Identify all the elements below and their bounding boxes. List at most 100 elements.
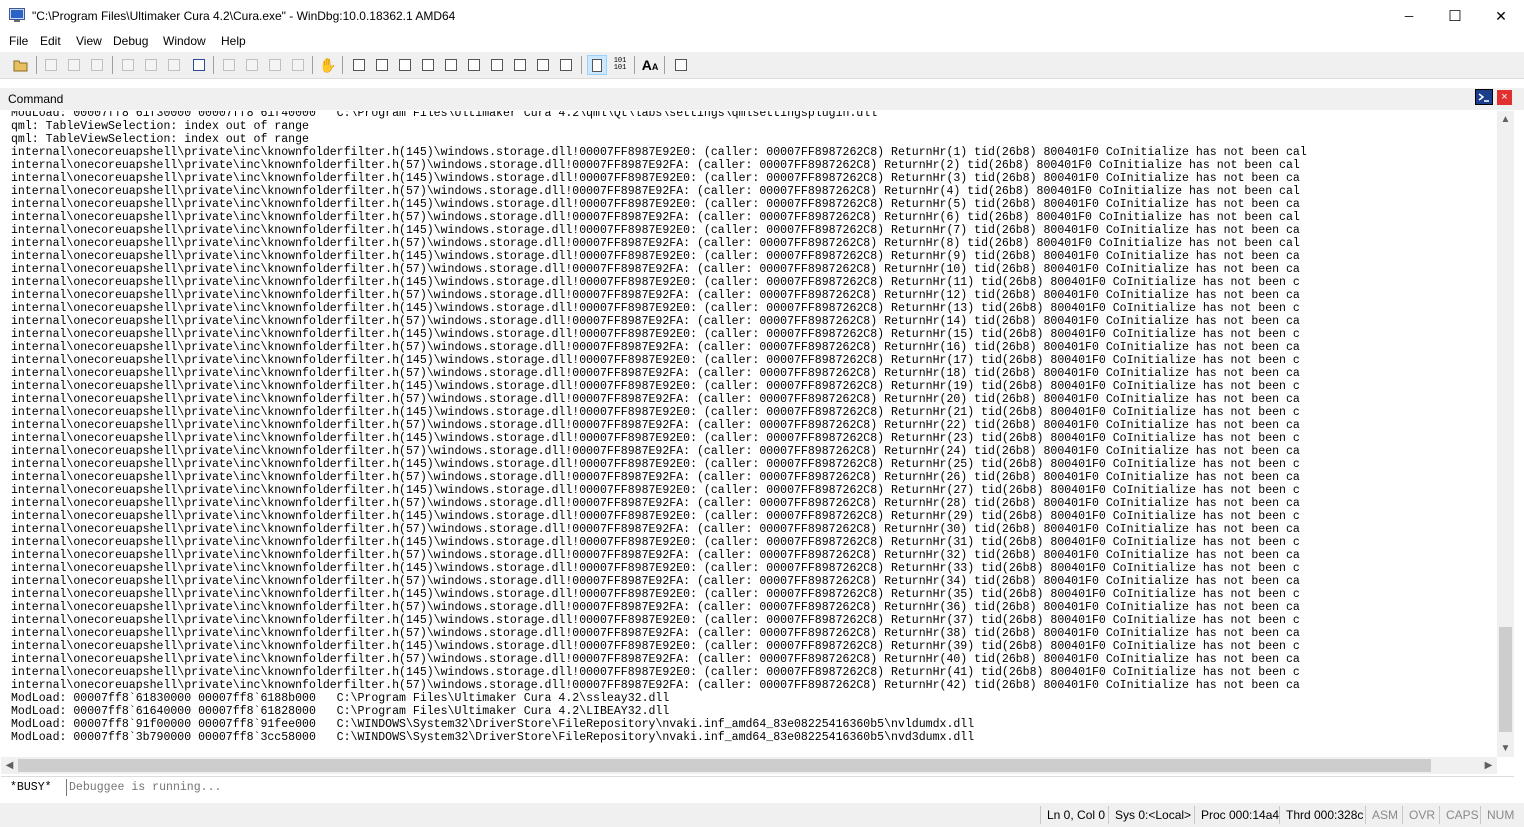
- command-prompt-icon: [1475, 89, 1493, 105]
- menu-help[interactable]: Help: [221, 34, 246, 48]
- source-mode-icon[interactable]: [587, 55, 607, 75]
- menu-edit[interactable]: Edit: [40, 34, 61, 48]
- command-window-icon[interactable]: [349, 55, 369, 75]
- menu-file[interactable]: File: [9, 34, 28, 48]
- output-line: qml: TableViewSelection: index out of ra…: [11, 133, 309, 146]
- output-line: ModLoad: 00007ff8`61830000 00007ff8`6188…: [11, 692, 670, 705]
- output-line-returnhr: internal\onecoreuapshell\private\inc\kno…: [11, 497, 1300, 510]
- cut-icon[interactable]: [41, 55, 61, 75]
- output-line-returnhr: internal\onecoreuapshell\private\inc\kno…: [11, 549, 1300, 562]
- scratch-pad-icon[interactable]: [510, 55, 530, 75]
- status-separator: [1279, 806, 1280, 824]
- restart-icon[interactable]: [141, 55, 161, 75]
- go-icon[interactable]: [118, 55, 138, 75]
- memory-window-icon[interactable]: [441, 55, 461, 75]
- step-out-icon[interactable]: [265, 55, 285, 75]
- processes-threads-icon[interactable]: [533, 55, 553, 75]
- minimize-button[interactable]: ─: [1386, 0, 1432, 32]
- toolbar-separator: [634, 56, 635, 74]
- status-separator: [1365, 806, 1366, 824]
- output-line: ModLoad: 00007ff8`61640000 00007ff8`6182…: [11, 705, 670, 718]
- command-output: ModLoad: 00007ff8`61f30000 00007ff8`61f4…: [1, 111, 1497, 757]
- watch-window-icon[interactable]: [372, 55, 392, 75]
- status-num: NUM: [1487, 808, 1515, 822]
- scroll-down-arrow-icon[interactable]: ▼: [1497, 740, 1514, 757]
- output-line-returnhr: internal\onecoreuapshell\private\inc\kno…: [11, 523, 1300, 536]
- scroll-up-arrow-icon[interactable]: ▲: [1497, 111, 1514, 128]
- output-line-returnhr: internal\onecoreuapshell\private\inc\kno…: [11, 185, 1300, 198]
- break-icon[interactable]: [189, 55, 209, 75]
- command-window-header: Command: [0, 88, 1524, 110]
- output-line-returnhr: internal\onecoreuapshell\private\inc\kno…: [11, 393, 1300, 406]
- toolbar-separator: [342, 56, 343, 74]
- status-separator: [1108, 806, 1109, 824]
- output-line-returnhr: internal\onecoreuapshell\private\inc\kno…: [11, 406, 1300, 419]
- vertical-scrollbar[interactable]: ▲ ▼: [1497, 111, 1514, 757]
- output-line-returnhr: internal\onecoreuapshell\private\inc\kno…: [11, 562, 1300, 575]
- output-line-returnhr: internal\onecoreuapshell\private\inc\kno…: [11, 172, 1300, 185]
- menu-window[interactable]: Window: [163, 34, 206, 48]
- maximize-button[interactable]: ☐: [1432, 0, 1478, 32]
- copy-icon[interactable]: [64, 55, 84, 75]
- scroll-left-arrow-icon[interactable]: ◀: [1, 757, 18, 774]
- output-line-returnhr: internal\onecoreuapshell\private\inc\kno…: [11, 419, 1300, 432]
- open-icon[interactable]: [11, 55, 31, 75]
- scroll-right-arrow-icon[interactable]: ▶: [1480, 757, 1497, 774]
- stop-icon[interactable]: [164, 55, 184, 75]
- output-line-returnhr: internal\onecoreuapshell\private\inc\kno…: [11, 237, 1300, 250]
- command-window-close-button[interactable]: ×: [1497, 90, 1512, 105]
- output-line-returnhr: internal\onecoreuapshell\private\inc\kno…: [11, 510, 1300, 523]
- command-input[interactable]: [66, 779, 1511, 796]
- horizontal-scroll-thumb[interactable]: [18, 759, 1431, 772]
- toolbar: ✋ 101 101 AA: [0, 52, 1524, 79]
- output-line-returnhr: internal\onecoreuapshell\private\inc\kno…: [11, 575, 1300, 588]
- output-line-returnhr: internal\onecoreuapshell\private\inc\kno…: [11, 146, 1307, 159]
- output-line-returnhr: internal\onecoreuapshell\private\inc\kno…: [11, 601, 1300, 614]
- menu-view[interactable]: View: [76, 34, 102, 48]
- output-line: ModLoad: 00007ff8`61f30000 00007ff8`61f4…: [11, 111, 878, 120]
- disassembly-window-icon[interactable]: [487, 55, 507, 75]
- font-icon[interactable]: AA: [640, 55, 660, 75]
- options-icon[interactable]: [671, 55, 691, 75]
- output-line-returnhr: internal\onecoreuapshell\private\inc\kno…: [11, 250, 1300, 263]
- toolbar-separator: [36, 56, 37, 74]
- command-window-title: Command: [8, 92, 64, 106]
- status-caps: CAPS: [1446, 808, 1479, 822]
- run-to-cursor-icon[interactable]: [288, 55, 308, 75]
- horizontal-scrollbar[interactable]: ◀ ▶: [1, 757, 1497, 774]
- status-separator: [1439, 806, 1440, 824]
- registers-window-icon[interactable]: [418, 55, 438, 75]
- output-line-returnhr: internal\onecoreuapshell\private\inc\kno…: [11, 445, 1300, 458]
- paste-icon[interactable]: [87, 55, 107, 75]
- output-line-returnhr: internal\onecoreuapshell\private\inc\kno…: [11, 640, 1300, 653]
- step-into-icon[interactable]: [219, 55, 239, 75]
- status-thread: Thrd 000:328c: [1286, 808, 1364, 822]
- output-line-returnhr: internal\onecoreuapshell\private\inc\kno…: [11, 614, 1300, 627]
- output-line: ModLoad: 00007ff8`3b790000 00007ff8`3cc5…: [11, 731, 975, 744]
- locals-window-icon[interactable]: [395, 55, 415, 75]
- close-button[interactable]: ✕: [1478, 0, 1524, 32]
- status-separator: [1402, 806, 1403, 824]
- output-line-returnhr: internal\onecoreuapshell\private\inc\kno…: [11, 276, 1300, 289]
- title-bar: "C:\Program Files\Ultimaker Cura 4.2\Cur…: [0, 0, 1524, 32]
- step-over-icon[interactable]: [242, 55, 262, 75]
- menu-debug[interactable]: Debug: [113, 34, 148, 48]
- command-input-row: *BUSY*: [1, 776, 1514, 799]
- output-line-returnhr: internal\onecoreuapshell\private\inc\kno…: [11, 380, 1300, 393]
- hand-source-icon[interactable]: ✋: [318, 55, 338, 75]
- toolbar-separator: [112, 56, 113, 74]
- output-line-returnhr: internal\onecoreuapshell\private\inc\kno…: [11, 627, 1300, 640]
- vertical-scroll-thumb[interactable]: [1499, 627, 1512, 732]
- call-stack-window-icon[interactable]: [464, 55, 484, 75]
- output-line: qml: TableViewSelection: index out of ra…: [11, 120, 309, 133]
- output-line-returnhr: internal\onecoreuapshell\private\inc\kno…: [11, 224, 1300, 237]
- hex-mode-icon[interactable]: 101 101: [610, 55, 630, 75]
- output-line-returnhr: internal\onecoreuapshell\private\inc\kno…: [11, 471, 1300, 484]
- output-line-returnhr: internal\onecoreuapshell\private\inc\kno…: [11, 679, 1300, 692]
- toolbar-separator: [581, 56, 582, 74]
- output-line-returnhr: internal\onecoreuapshell\private\inc\kno…: [11, 289, 1300, 302]
- command-browser-icon[interactable]: [556, 55, 576, 75]
- status-asm: ASM: [1372, 808, 1399, 822]
- maximize-icon: ☐: [1448, 8, 1462, 25]
- output-line-returnhr: internal\onecoreuapshell\private\inc\kno…: [11, 666, 1300, 679]
